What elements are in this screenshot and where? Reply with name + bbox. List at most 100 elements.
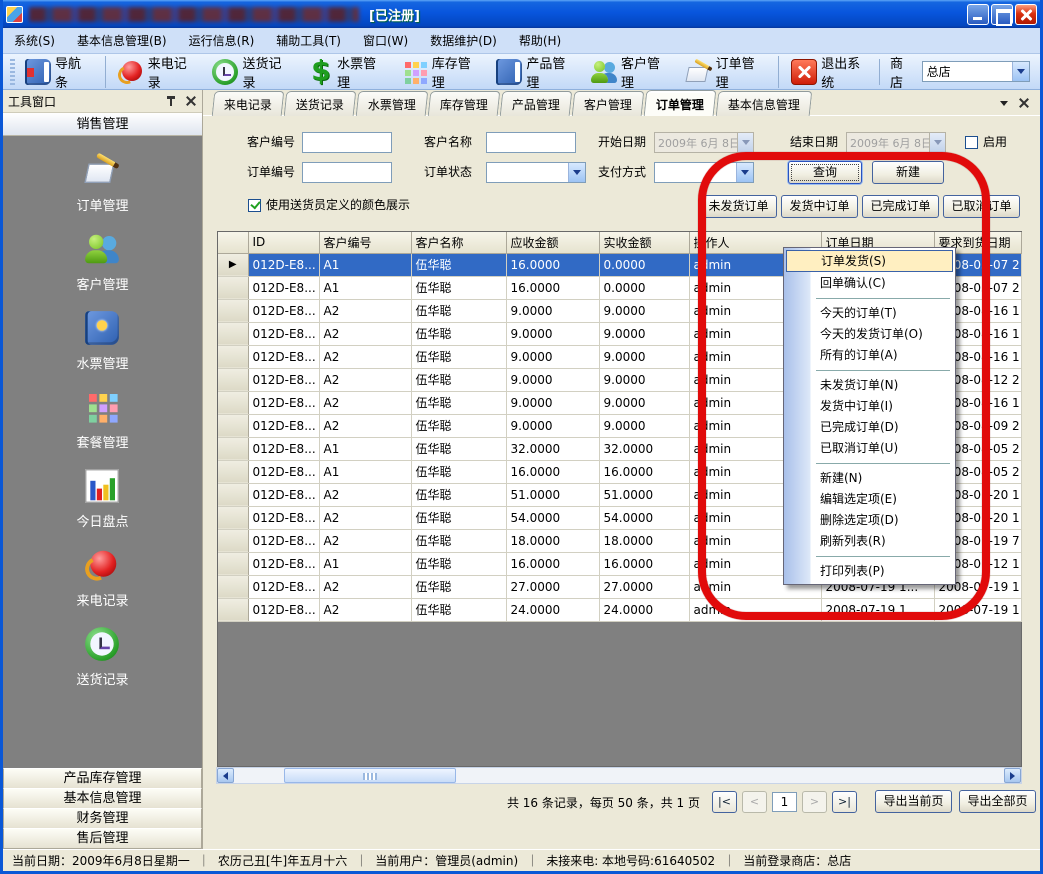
first-page-button[interactable]: |< xyxy=(712,791,737,813)
tab-close-icon[interactable] xyxy=(1018,97,1030,109)
end-date-picker[interactable]: 2009年 6月 8日 xyxy=(846,132,946,153)
menu-bar-item[interactable]: 辅助工具(T) xyxy=(265,28,352,53)
sidebar-item[interactable]: 订单管理 xyxy=(76,152,128,214)
column-header[interactable]: ID xyxy=(248,232,319,253)
row-selector-cell[interactable] xyxy=(218,368,248,391)
sidebar-section-sales[interactable]: 销售管理 xyxy=(3,113,202,136)
new-button[interactable]: 新建 xyxy=(872,161,944,184)
toolbar-button[interactable]: 来电记录 xyxy=(105,56,206,88)
context-menu-item[interactable]: 订单发货(S) xyxy=(786,250,953,272)
next-page-button[interactable]: > xyxy=(802,791,827,813)
tab[interactable]: 来电记录 xyxy=(212,91,285,116)
sidebar-group-bar[interactable]: 产品库存管理 xyxy=(3,768,202,789)
menu-bar-item[interactable]: 运行信息(R) xyxy=(178,28,266,53)
start-date-picker[interactable]: 2009年 6月 8日 xyxy=(654,132,754,153)
sidebar-item[interactable]: 套餐管理 xyxy=(76,389,128,451)
context-menu-item[interactable] xyxy=(786,366,953,375)
row-selector-cell[interactable] xyxy=(218,529,248,552)
context-menu-item[interactable]: 今天的发货订单(O) xyxy=(786,324,953,345)
scrollbar-track[interactable] xyxy=(234,768,1004,783)
toolbar-button[interactable]: 导航条 xyxy=(18,56,100,88)
scroll-left-button[interactable] xyxy=(217,768,234,783)
sidebar-item[interactable]: 水票管理 xyxy=(76,310,128,372)
toolbar-grip[interactable] xyxy=(10,59,15,85)
sidebar-item[interactable]: 今日盘点 xyxy=(76,468,128,530)
row-selector-cell[interactable] xyxy=(218,391,248,414)
close-button[interactable] xyxy=(1015,4,1037,25)
menu-bar-item[interactable]: 数据维护(D) xyxy=(419,28,508,53)
export-current-page-button[interactable]: 导出当前页 xyxy=(875,790,952,813)
column-header[interactable]: 客户名称 xyxy=(411,232,506,253)
context-menu-item[interactable] xyxy=(786,552,953,561)
context-menu-item[interactable]: 已取消订单(U) xyxy=(786,438,953,459)
horizontal-scrollbar[interactable] xyxy=(216,767,1022,784)
tab[interactable]: 送货记录 xyxy=(284,91,357,116)
menu-bar-item[interactable]: 基本信息管理(B) xyxy=(66,28,178,53)
row-selector-cell[interactable] xyxy=(218,299,248,322)
customer-no-input[interactable] xyxy=(302,132,392,153)
row-selector-cell[interactable] xyxy=(218,506,248,529)
context-menu-item[interactable]: 回单确认(C) xyxy=(786,273,953,294)
query-button[interactable]: 查询 xyxy=(788,161,862,184)
toolbar-button[interactable]: 水票管理 xyxy=(300,56,395,88)
row-selector-cell[interactable] xyxy=(218,345,248,368)
menu-bar-item[interactable]: 帮助(H) xyxy=(508,28,572,53)
toolbar-button[interactable]: 订单管理 xyxy=(679,56,774,88)
last-page-button[interactable]: >| xyxy=(832,791,857,813)
scroll-right-button[interactable] xyxy=(1004,768,1021,783)
tab[interactable]: 基本信息管理 xyxy=(716,91,813,116)
pay-method-combo[interactable] xyxy=(654,162,754,183)
toolbar-button[interactable]: 产品管理 xyxy=(489,56,584,88)
pay-method-drop[interactable] xyxy=(736,163,753,182)
tab[interactable]: 产品管理 xyxy=(500,91,573,116)
tab[interactable]: 客户管理 xyxy=(572,91,645,116)
context-menu-item[interactable]: 编辑选定项(E) xyxy=(786,489,953,510)
tab-list-dropdown-icon[interactable] xyxy=(1000,101,1008,106)
context-menu-item[interactable]: 所有的订单(A) xyxy=(786,345,953,366)
tab[interactable]: 水票管理 xyxy=(356,91,429,116)
customer-name-input[interactable] xyxy=(486,132,576,153)
context-menu-item[interactable]: 打印列表(P) xyxy=(786,561,953,582)
order-status-combo[interactable] xyxy=(486,162,586,183)
minimize-button[interactable] xyxy=(967,4,989,25)
row-selector-cell[interactable] xyxy=(218,437,248,460)
context-menu-item[interactable]: 今天的订单(T) xyxy=(786,303,953,324)
context-menu-item[interactable] xyxy=(786,294,953,303)
start-date-drop[interactable] xyxy=(737,133,753,152)
order-no-input[interactable] xyxy=(302,162,392,183)
toolbar-button[interactable]: 客户管理 xyxy=(584,56,679,88)
context-menu-item[interactable]: 删除选定项(D) xyxy=(786,510,953,531)
status-filter-button[interactable]: 已取消订单 xyxy=(943,195,1020,218)
sidebar-item[interactable]: 来电记录 xyxy=(76,547,128,609)
row-selector-cell[interactable] xyxy=(218,575,248,598)
page-number-input[interactable] xyxy=(772,792,797,812)
sidebar-item[interactable]: 客户管理 xyxy=(76,231,128,293)
toolbar-button[interactable]: 库存管理 xyxy=(395,56,490,88)
tab[interactable]: 订单管理 xyxy=(644,90,717,116)
row-selector-cell[interactable] xyxy=(218,460,248,483)
sidebar-group-bar[interactable]: 基本信息管理 xyxy=(3,788,202,809)
enable-checkbox[interactable] xyxy=(965,136,978,149)
table-row[interactable]: 012D-E8... A2 伍华聪 24.0000 24.0000 admin … xyxy=(218,598,1021,621)
sidebar-group-bar[interactable]: 售后管理 xyxy=(3,828,202,849)
context-menu-item[interactable]: 未发货订单(N) xyxy=(786,375,953,396)
shop-combo[interactable]: 总店 xyxy=(922,61,1030,82)
row-selector-cell[interactable] xyxy=(218,276,248,299)
context-menu-item[interactable]: 刷新列表(R) xyxy=(786,531,953,552)
row-selector-cell[interactable] xyxy=(218,322,248,345)
status-filter-button[interactable]: 发货中订单 xyxy=(781,195,858,218)
pin-icon[interactable] xyxy=(165,95,177,107)
prev-page-button[interactable]: < xyxy=(742,791,767,813)
row-selector-cell[interactable] xyxy=(218,414,248,437)
column-header[interactable]: 应收金额 xyxy=(506,232,599,253)
close-icon[interactable] xyxy=(185,95,197,107)
status-filter-button[interactable]: 未发货订单 xyxy=(700,195,777,218)
context-menu-item[interactable]: 新建(N) xyxy=(786,468,953,489)
order-status-drop[interactable] xyxy=(568,163,585,182)
status-filter-button[interactable]: 已完成订单 xyxy=(862,195,939,218)
column-header[interactable]: 实收金额 xyxy=(599,232,689,253)
row-selector-cell[interactable] xyxy=(218,598,248,621)
maximize-button[interactable] xyxy=(991,4,1013,25)
scrollbar-thumb[interactable] xyxy=(284,768,456,783)
tab[interactable]: 库存管理 xyxy=(428,91,501,116)
